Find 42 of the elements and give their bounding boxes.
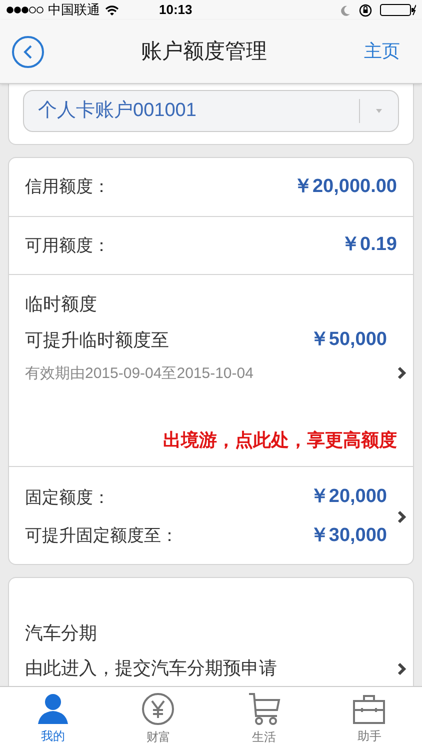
temporary-limit-item[interactable]: 临时额度 可提升临时额度至 ￥50,000 有效期由2015-09-04至2015-10-04 出境游，点此处，享更高额度 (9, 274, 413, 466)
tab-bar-item[interactable]: 财富 (106, 687, 211, 750)
limit-label: 可用额度： (25, 234, 110, 257)
carrier-name: 中国联通 (48, 1, 100, 20)
limit-label: 可提升固定额度至： (25, 525, 178, 547)
limit-amount: ￥20,000.00 (293, 174, 397, 199)
limit-amount: ￥0.19 (341, 233, 397, 258)
promo-link[interactable]: 出境游，点此处，享更高额度 (163, 427, 397, 454)
tab-bar-item[interactable]: 生活 (211, 687, 316, 750)
rotation-lock-icon (359, 4, 372, 16)
back-button[interactable] (12, 36, 44, 68)
signal-icon (6, 6, 44, 14)
car-loan-card[interactable]: 汽车分期 由此进入，提交汽车分期预申请 (8, 577, 414, 686)
wifi-icon (105, 4, 119, 16)
limit-amount: ￥20,000 (310, 485, 387, 509)
tab-bar-item[interactable]: 我的 (0, 687, 106, 750)
section-title: 临时额度 (25, 293, 98, 316)
dropdown-caret-icon (374, 108, 384, 114)
page-title: 账户额度管理 (140, 38, 268, 65)
chevron-right-icon (397, 662, 407, 676)
battery-icon (380, 4, 416, 16)
car-loan-description: 由此进入，提交汽车分期预申请 (25, 657, 278, 680)
cart-icon (246, 692, 281, 726)
section-title: 汽车分期 (25, 622, 98, 645)
limit-amount: ￥30,000 (310, 524, 387, 548)
chevron-right-icon (397, 366, 407, 380)
validity-period: 有效期由2015-09-04至2015-10-04 (25, 364, 254, 384)
fixed-limit-item[interactable]: 固定额度： ￥20,000 可提升固定额度至： ￥30,000 (9, 466, 413, 564)
limit-label: 固定额度： (25, 486, 110, 508)
clock-time: 10:13 (159, 1, 192, 20)
limit-label: 信用额度： (25, 176, 110, 198)
account-select[interactable]: 个人卡账户001001 (23, 90, 399, 132)
yen-icon (141, 692, 176, 726)
person-icon (36, 692, 70, 724)
home-link[interactable]: 主页 (364, 38, 410, 65)
limit-label: 可提升临时额度至 (25, 328, 169, 352)
tab-bar-item[interactable]: 助手 (316, 687, 422, 750)
moon-icon (341, 4, 351, 16)
limit-amount: ￥50,000 (310, 328, 387, 352)
briefcase-icon (352, 692, 386, 724)
back-icon (23, 44, 33, 58)
chevron-right-icon (397, 510, 407, 524)
